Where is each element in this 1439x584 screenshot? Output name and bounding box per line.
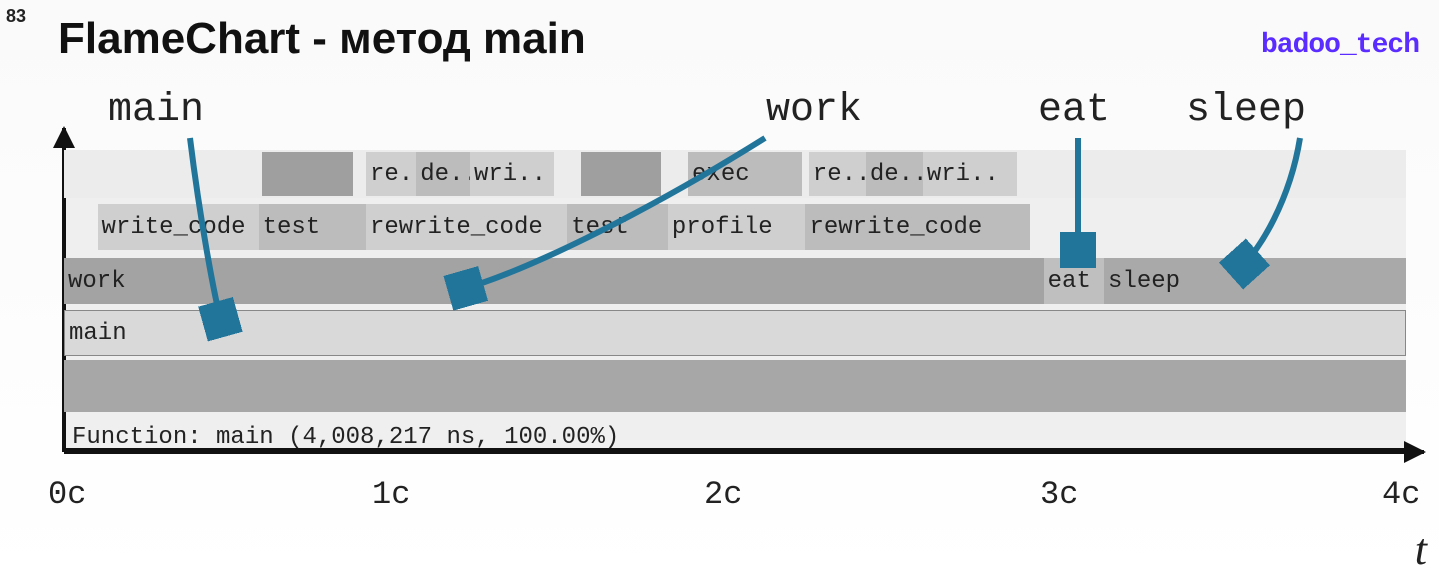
flame-bar-test[interactable]: test xyxy=(567,204,668,250)
flame-bar-sleep[interactable]: sleep xyxy=(1104,258,1406,304)
flame-bar-profile[interactable]: profile xyxy=(668,204,806,250)
tick-1: 1c xyxy=(372,476,410,513)
watermark: 83 xyxy=(6,6,26,27)
flame-bar-re..[interactable]: re.. xyxy=(366,152,416,196)
flame-bar-rewrite_code[interactable]: rewrite_code xyxy=(805,204,1030,250)
function-info: Function: main (4,008,217 ns, 100.00%) xyxy=(72,424,619,451)
flame-bar-work[interactable]: work xyxy=(64,258,1044,304)
flame-bar-anon[interactable] xyxy=(618,152,662,196)
callout-work: work xyxy=(766,88,862,133)
flame-bar-de..[interactable]: de.. xyxy=(866,152,923,196)
callout-main: main xyxy=(108,88,204,133)
flame-bar-exec[interactable]: exec xyxy=(688,152,802,196)
flame-empty-band xyxy=(64,360,1406,412)
flame-bar-anon[interactable] xyxy=(581,152,618,196)
tick-3: 3c xyxy=(1040,476,1078,513)
callout-eat: eat xyxy=(1038,88,1110,133)
flame-bar-eat[interactable]: eat xyxy=(1044,258,1104,304)
flame-bar-write_code[interactable]: write_code xyxy=(98,204,259,250)
tick-4: 4c xyxy=(1382,476,1420,513)
flame-bar-wri..[interactable]: wri.. xyxy=(923,152,1017,196)
t-axis-label: t xyxy=(1415,524,1427,575)
brand-logo: badoo_tech xyxy=(1261,30,1419,61)
slide-title: FlameChart - метод main xyxy=(58,14,586,64)
flame-bar-rewrite_code[interactable]: rewrite_code xyxy=(366,204,567,250)
flame-bar-wri..[interactable]: wri.. xyxy=(470,152,554,196)
flame-bar-anon[interactable] xyxy=(262,152,309,196)
tick-2: 2c xyxy=(704,476,742,513)
flame-bar-anon[interactable] xyxy=(309,152,353,196)
flame-bar-re..[interactable]: re.. xyxy=(809,152,866,196)
tick-0: 0c xyxy=(48,476,86,513)
flame-bar-main[interactable]: main xyxy=(64,310,1406,356)
flame-bar-test[interactable]: test xyxy=(259,204,366,250)
flame-bar-de..[interactable]: de.. xyxy=(416,152,470,196)
callout-sleep: sleep xyxy=(1186,88,1306,133)
